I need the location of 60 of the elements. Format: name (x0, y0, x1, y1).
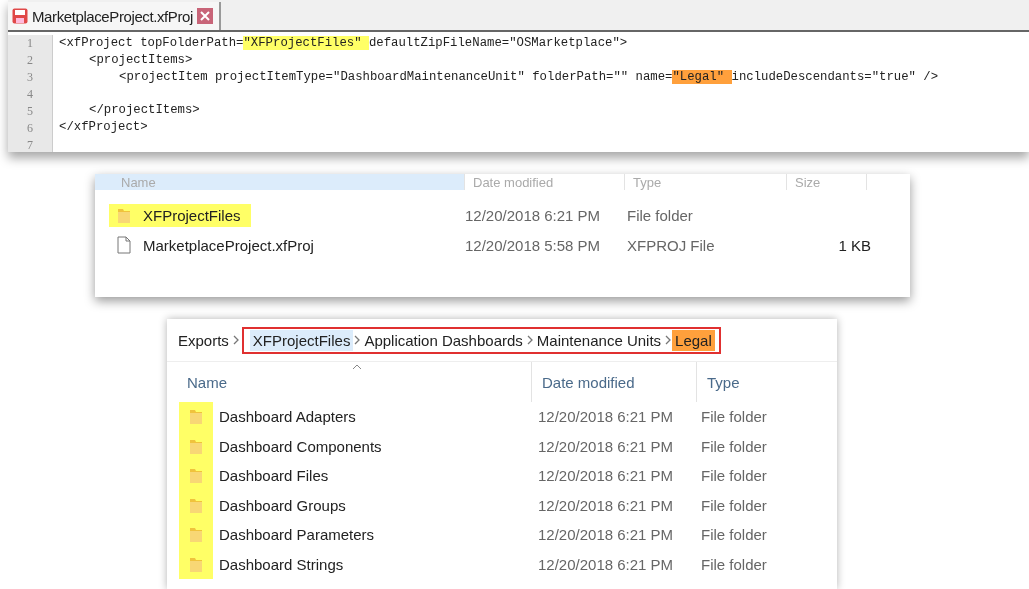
date-modified: 12/20/2018 6:21 PM (538, 408, 674, 426)
file-type: XFPROJ File (627, 236, 715, 254)
tab-title: MarketplaceProject.xfProj (32, 7, 193, 25)
file-icon (117, 236, 131, 254)
folder-name[interactable]: Dashboard Parameters (219, 526, 375, 544)
file-type: File folder (701, 467, 767, 485)
line-number: 7 (26, 137, 34, 152)
breadcrumb-item[interactable]: Maintenance Units (533, 329, 665, 351)
line-number: 6 (26, 120, 34, 137)
save-icon (12, 8, 28, 24)
file-type: File folder (701, 437, 767, 455)
folder-icon (189, 496, 203, 514)
column-header[interactable]: Date modified (532, 362, 697, 402)
line-number: 5 (26, 103, 34, 120)
folder-icon (117, 206, 131, 224)
breadcrumb-item[interactable]: XFProjectFiles (249, 329, 354, 351)
folder-icon (189, 555, 203, 573)
code-line: <projectItems> (89, 53, 193, 67)
code-line: <projectItem projectItemType="DashboardMaintenanceUnit" folderPath="" name="Legal" includeDescendants="true" /> (119, 70, 939, 84)
code-line: </projectItems> (89, 103, 200, 117)
file-size: 1 KB (838, 236, 871, 254)
date-modified: 12/20/2018 6:21 PM (465, 206, 601, 224)
file-type: File folder (701, 555, 767, 573)
breadcrumb-item[interactable]: Legal (672, 329, 715, 351)
date-modified: 12/20/2018 6:21 PM (538, 496, 674, 514)
folder-icon (189, 408, 203, 426)
folder-name[interactable]: Dashboard Strings (219, 555, 344, 573)
sort-caret-icon (352, 364, 362, 370)
date-modified: 12/20/2018 6:21 PM (538, 526, 674, 544)
column-header[interactable]: Type (697, 362, 817, 402)
file-tab[interactable]: MarketplaceProject.xfProj (8, 2, 221, 30)
folder-name[interactable]: Dashboard Groups (219, 496, 346, 514)
code-line: <xfProject topFolderPath="XFProjectFiles" defaultZipFileName="OSMarketplace"> (59, 36, 628, 50)
line-number: 2 (26, 52, 34, 69)
folder-name[interactable]: Dashboard Files (219, 467, 329, 485)
date-modified: 12/20/2018 6:21 PM (538, 437, 674, 455)
folder-icon (189, 467, 203, 485)
breadcrumb-chevron-icon (353, 335, 362, 345)
line-number: 4 (26, 86, 34, 103)
line-number: 3 (26, 69, 34, 86)
folder-name[interactable]: Dashboard Adapters (219, 408, 356, 426)
file-type: File folder (701, 526, 767, 544)
code-line: </xfProject> (59, 120, 148, 134)
date-modified: 12/20/2018 5:58 PM (465, 236, 601, 254)
file-type: File folder (627, 206, 693, 224)
file-type: File folder (701, 408, 767, 426)
file-name[interactable]: MarketplaceProject.xfProj (143, 236, 314, 254)
date-modified: 12/20/2018 6:21 PM (538, 555, 674, 573)
file-type: File folder (701, 496, 767, 514)
date-modified: 12/20/2018 6:21 PM (538, 467, 674, 485)
close-icon[interactable] (196, 8, 213, 24)
line-number: 1 (26, 35, 34, 52)
breadcrumb-chevron-icon (664, 335, 673, 345)
breadcrumb-item[interactable]: Exports (175, 329, 232, 351)
breadcrumb-chevron-icon (231, 335, 240, 345)
folder-icon (189, 526, 203, 544)
folder-name[interactable]: Dashboard Components (219, 437, 382, 455)
folder-icon (189, 437, 203, 455)
breadcrumb-chevron-icon (525, 335, 534, 345)
breadcrumb-item[interactable]: Application Dashboards (361, 329, 526, 351)
